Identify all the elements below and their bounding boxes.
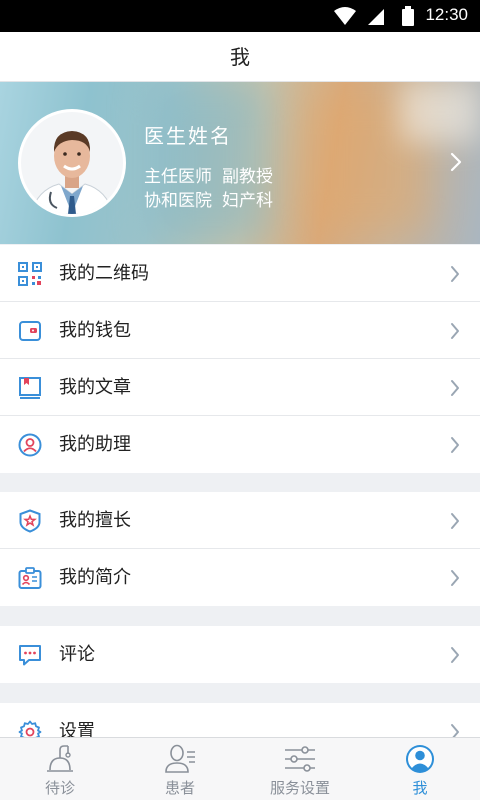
doctor-academic-title: 副教授 bbox=[222, 167, 273, 187]
cell-signal-icon bbox=[368, 9, 384, 25]
consultation-icon bbox=[47, 745, 73, 772]
doctor-hospital: 协和医院 bbox=[144, 191, 212, 211]
doctor-title-line: 主任医师 副教授 bbox=[144, 162, 283, 187]
top-nav-bar: 我 bbox=[0, 32, 480, 82]
tab-label: 我 bbox=[412, 779, 428, 797]
menu-item-label: 我的文章 bbox=[59, 377, 131, 398]
menu-item-introduction[interactable]: 我的简介 bbox=[0, 549, 480, 606]
menu-item-label: 我的擅长 bbox=[59, 510, 131, 531]
battery-icon bbox=[402, 6, 414, 26]
tab-service-settings[interactable]: 服务设置 bbox=[240, 738, 360, 800]
tab-label: 待诊 bbox=[44, 779, 75, 797]
chevron-right-icon bbox=[451, 323, 459, 339]
patients-icon bbox=[165, 744, 195, 773]
chevron-right-icon bbox=[451, 513, 459, 529]
menu-item-assistant[interactable]: 我的助理 bbox=[0, 416, 480, 473]
menu-item-label: 我的二维码 bbox=[59, 263, 149, 284]
qrcode-icon bbox=[18, 262, 42, 286]
chevron-right-icon bbox=[451, 647, 459, 663]
doctor-profile-card[interactable]: 医生姓名 主任医师 副教授 协和医院 妇产科 bbox=[0, 82, 480, 244]
profile-card-icon bbox=[18, 567, 42, 589]
comment-bubble-icon bbox=[19, 645, 41, 666]
menu-item-label: 评论 bbox=[59, 644, 95, 665]
doctor-department: 妇产科 bbox=[222, 191, 273, 211]
tab-label: 服务设置 bbox=[269, 779, 330, 797]
menu-item-wallet[interactable]: 我的钱包 bbox=[0, 302, 480, 359]
menu-item-label: 我的钱包 bbox=[59, 320, 131, 341]
doctor-hospital-line: 协和医院 妇产科 bbox=[144, 186, 283, 211]
chevron-right-icon bbox=[451, 437, 459, 453]
background-blur bbox=[400, 82, 480, 142]
me-person-icon bbox=[406, 745, 434, 773]
menu-group-profile: 我的擅长 我的简介 bbox=[0, 492, 480, 606]
menu-group-account: 我的二维码 我的钱包 我的文章 我的助理 bbox=[0, 245, 480, 473]
menu-item-comments[interactable]: 评论 bbox=[0, 626, 480, 683]
status-bar: 12:30 bbox=[0, 0, 480, 32]
expertise-star-icon bbox=[19, 509, 41, 533]
article-book-icon bbox=[19, 377, 41, 399]
chevron-right-icon bbox=[451, 380, 459, 396]
menu-group-comments: 评论 bbox=[0, 626, 480, 683]
menu-item-expertise[interactable]: 我的擅长 bbox=[0, 492, 480, 549]
doctor-title: 主任医师 bbox=[144, 167, 212, 187]
chevron-right-icon bbox=[450, 152, 462, 172]
wallet-icon bbox=[19, 321, 41, 341]
menu-item-articles[interactable]: 我的文章 bbox=[0, 359, 480, 416]
doctor-avatar bbox=[18, 109, 126, 217]
tab-consultation[interactable]: 待诊 bbox=[0, 738, 120, 800]
status-time: 12:30 bbox=[425, 5, 468, 24]
menu-item-label: 我的助理 bbox=[59, 434, 131, 455]
chevron-right-icon bbox=[451, 570, 459, 586]
menu-item-label: 我的简介 bbox=[59, 567, 131, 588]
assistant-icon bbox=[18, 433, 42, 457]
doctor-name: 医生姓名 bbox=[144, 124, 232, 148]
wifi-icon bbox=[334, 7, 356, 25]
menu-item-qrcode[interactable]: 我的二维码 bbox=[0, 245, 480, 302]
chevron-right-icon bbox=[451, 266, 459, 282]
doctor-portrait-image bbox=[21, 112, 123, 214]
tab-patients[interactable]: 患者 bbox=[120, 738, 240, 800]
bottom-tab-bar: 待诊 患者 服务设置 我 bbox=[0, 737, 480, 800]
page-title: 我 bbox=[230, 45, 250, 69]
tab-label: 患者 bbox=[164, 779, 195, 797]
service-settings-icon bbox=[285, 746, 315, 772]
tab-me[interactable]: 我 bbox=[360, 738, 480, 800]
